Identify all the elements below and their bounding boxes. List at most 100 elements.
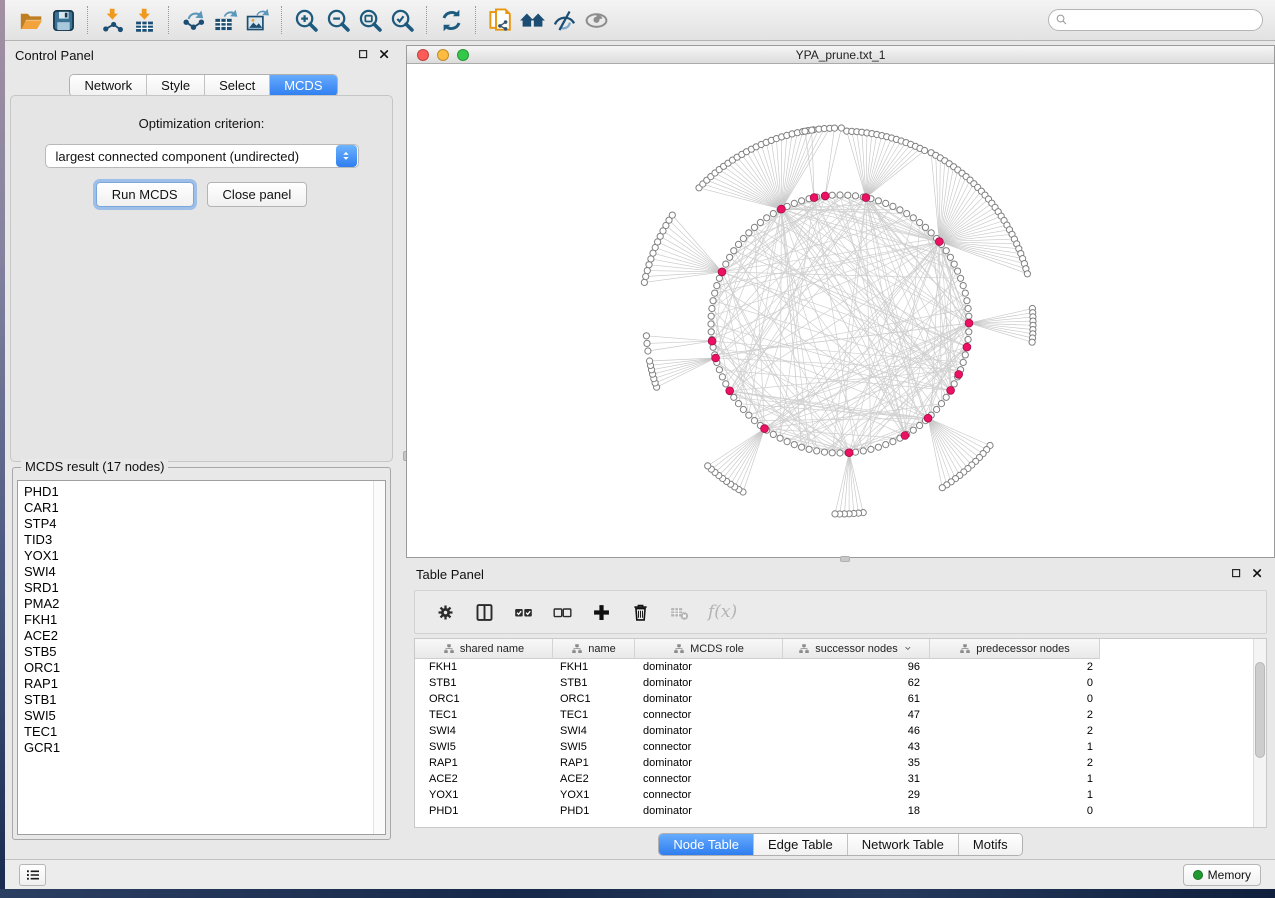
delete-columns-icon[interactable] <box>626 598 654 626</box>
mcds-result-item[interactable]: SRD1 <box>24 580 385 596</box>
new-network-document-icon[interactable] <box>484 4 516 36</box>
home-networks-icon[interactable] <box>516 4 548 36</box>
export-table-icon[interactable] <box>209 4 241 36</box>
table-cell: connector <box>635 787 783 803</box>
network-canvas[interactable] <box>407 64 1274 557</box>
delete-table-icon[interactable] <box>665 598 693 626</box>
automation-panel-button[interactable] <box>19 864 46 886</box>
table-row[interactable]: ACE2ACE2connector311 <box>415 771 1266 787</box>
table-row[interactable]: SWI5SWI5connector431 <box>415 739 1266 755</box>
unselect-all-columns-icon[interactable] <box>548 598 576 626</box>
zoom-fit-icon[interactable] <box>354 4 386 36</box>
tab-network-table[interactable]: Network Table <box>848 834 959 855</box>
table-row[interactable]: YOX1YOX1connector291 <box>415 787 1266 803</box>
table-cell: dominator <box>635 659 783 675</box>
tab-motifs[interactable]: Motifs <box>959 834 1022 855</box>
open-file-icon[interactable] <box>15 4 47 36</box>
memory-button[interactable]: Memory <box>1183 864 1261 886</box>
mcds-result-item[interactable]: ORC1 <box>24 660 385 676</box>
refresh-layout-icon[interactable] <box>435 4 467 36</box>
mcds-result-item[interactable]: SWI4 <box>24 564 385 580</box>
run-mcds-button[interactable]: Run MCDS <box>96 182 194 207</box>
table-cell: TEC1 <box>553 707 635 723</box>
tab-network[interactable]: Network <box>70 75 147 96</box>
table-scrollbar-thumb[interactable] <box>1255 662 1265 758</box>
table-row[interactable]: FKH1FKH1dominator962 <box>415 659 1266 675</box>
horizontal-splitter-handle[interactable] <box>840 556 850 562</box>
control-panel-tabs: NetworkStyleSelectMCDS <box>5 74 402 97</box>
tab-edge-table[interactable]: Edge Table <box>754 834 848 855</box>
close-panel-button[interactable]: Close panel <box>207 182 308 207</box>
mcds-result-item[interactable]: RAP1 <box>24 676 385 692</box>
table-settings-icon[interactable] <box>431 598 459 626</box>
column-header-MCDS-role[interactable]: MCDS role <box>635 639 783 659</box>
table-cell: 0 <box>930 675 1100 691</box>
table-panel-header: Table Panel <box>406 560 1275 588</box>
table-cell: FKH1 <box>553 659 635 675</box>
mcds-result-item[interactable]: TID3 <box>24 532 385 548</box>
show-columns-icon[interactable] <box>470 598 498 626</box>
mcds-result-item[interactable]: FKH1 <box>24 612 385 628</box>
import-table-icon[interactable] <box>128 4 160 36</box>
window-close-icon[interactable] <box>417 49 429 61</box>
mcds-result-item[interactable]: STB1 <box>24 692 385 708</box>
table-cell: connector <box>635 771 783 787</box>
table-row[interactable]: TEC1TEC1connector472 <box>415 707 1266 723</box>
table-scrollbar[interactable] <box>1253 639 1266 827</box>
window-minimize-icon[interactable] <box>437 49 449 61</box>
column-header-shared-name[interactable]: shared name <box>415 639 553 659</box>
mcds-result-item[interactable]: STP4 <box>24 516 385 532</box>
create-column-icon[interactable] <box>587 598 615 626</box>
zoom-in-icon[interactable] <box>290 4 322 36</box>
window-maximize-icon[interactable] <box>457 49 469 61</box>
toolbar-separator <box>426 6 427 34</box>
toolbar-separator <box>475 6 476 34</box>
mcds-result-item[interactable]: YOX1 <box>24 548 385 564</box>
table-row[interactable]: SWI4SWI4dominator462 <box>415 723 1266 739</box>
mcds-result-item[interactable]: PHD1 <box>24 484 385 500</box>
mcds-result-item[interactable]: STB5 <box>24 644 385 660</box>
network-window-titlebar[interactable]: YPA_prune.txt_1 <box>407 46 1274 64</box>
mcds-result-list[interactable]: PHD1CAR1STP4TID3YOX1SWI4SRD1PMA2FKH1ACE2… <box>17 480 386 835</box>
function-builder-icon[interactable]: f(x) <box>704 602 737 622</box>
column-header-name[interactable]: name <box>553 639 635 659</box>
mcds-result-item[interactable]: CAR1 <box>24 500 385 516</box>
save-session-icon[interactable] <box>47 4 79 36</box>
column-header-predecessor-nodes[interactable]: predecessor nodes <box>930 639 1100 659</box>
optimization-criterion-select[interactable]: largest connected component (undirected) <box>45 144 359 168</box>
table-row[interactable]: STB1STB1dominator620 <box>415 675 1266 691</box>
mcds-result-item[interactable]: ACE2 <box>24 628 385 644</box>
table-row[interactable]: PHD1PHD1dominator180 <box>415 803 1266 819</box>
close-table-panel-icon[interactable] <box>1251 567 1265 581</box>
toggle-graphics-details-icon[interactable] <box>548 4 580 36</box>
float-table-panel-icon[interactable] <box>1230 567 1244 581</box>
tab-select[interactable]: Select <box>205 75 270 96</box>
zoom-selected-icon[interactable] <box>386 4 418 36</box>
tab-node-table[interactable]: Node Table <box>659 834 754 855</box>
network-graph[interactable] <box>407 64 1274 558</box>
float-panel-icon[interactable] <box>357 48 371 62</box>
mcds-result-group: MCDS result (17 nodes) PHD1CAR1STP4TID3Y… <box>12 467 391 840</box>
column-header-successor-nodes[interactable]: successor nodes <box>783 639 930 659</box>
table-cell: 43 <box>783 739 930 755</box>
mcds-result-item[interactable]: PMA2 <box>24 596 385 612</box>
table-row[interactable]: ORC1ORC1dominator610 <box>415 691 1266 707</box>
tab-style[interactable]: Style <box>147 75 205 96</box>
table-cell: 18 <box>783 803 930 819</box>
select-all-columns-icon[interactable] <box>509 598 537 626</box>
table-cell: 2 <box>930 723 1100 739</box>
export-network-icon[interactable] <box>177 4 209 36</box>
mcds-result-item[interactable]: TEC1 <box>24 724 385 740</box>
search-input[interactable] <box>1048 9 1263 31</box>
node-table[interactable]: shared namenameMCDS rolesuccessor nodesp… <box>414 638 1267 828</box>
tab-mcds[interactable]: MCDS <box>270 75 336 96</box>
close-panel-icon[interactable] <box>378 48 392 62</box>
zoom-out-icon[interactable] <box>322 4 354 36</box>
result-list-scrollbar[interactable] <box>373 481 385 834</box>
import-network-icon[interactable] <box>96 4 128 36</box>
export-image-icon[interactable] <box>241 4 273 36</box>
mcds-result-item[interactable]: SWI5 <box>24 708 385 724</box>
birds-eye-view-icon[interactable] <box>580 4 612 36</box>
mcds-result-item[interactable]: GCR1 <box>24 740 385 756</box>
table-row[interactable]: RAP1RAP1dominator352 <box>415 755 1266 771</box>
